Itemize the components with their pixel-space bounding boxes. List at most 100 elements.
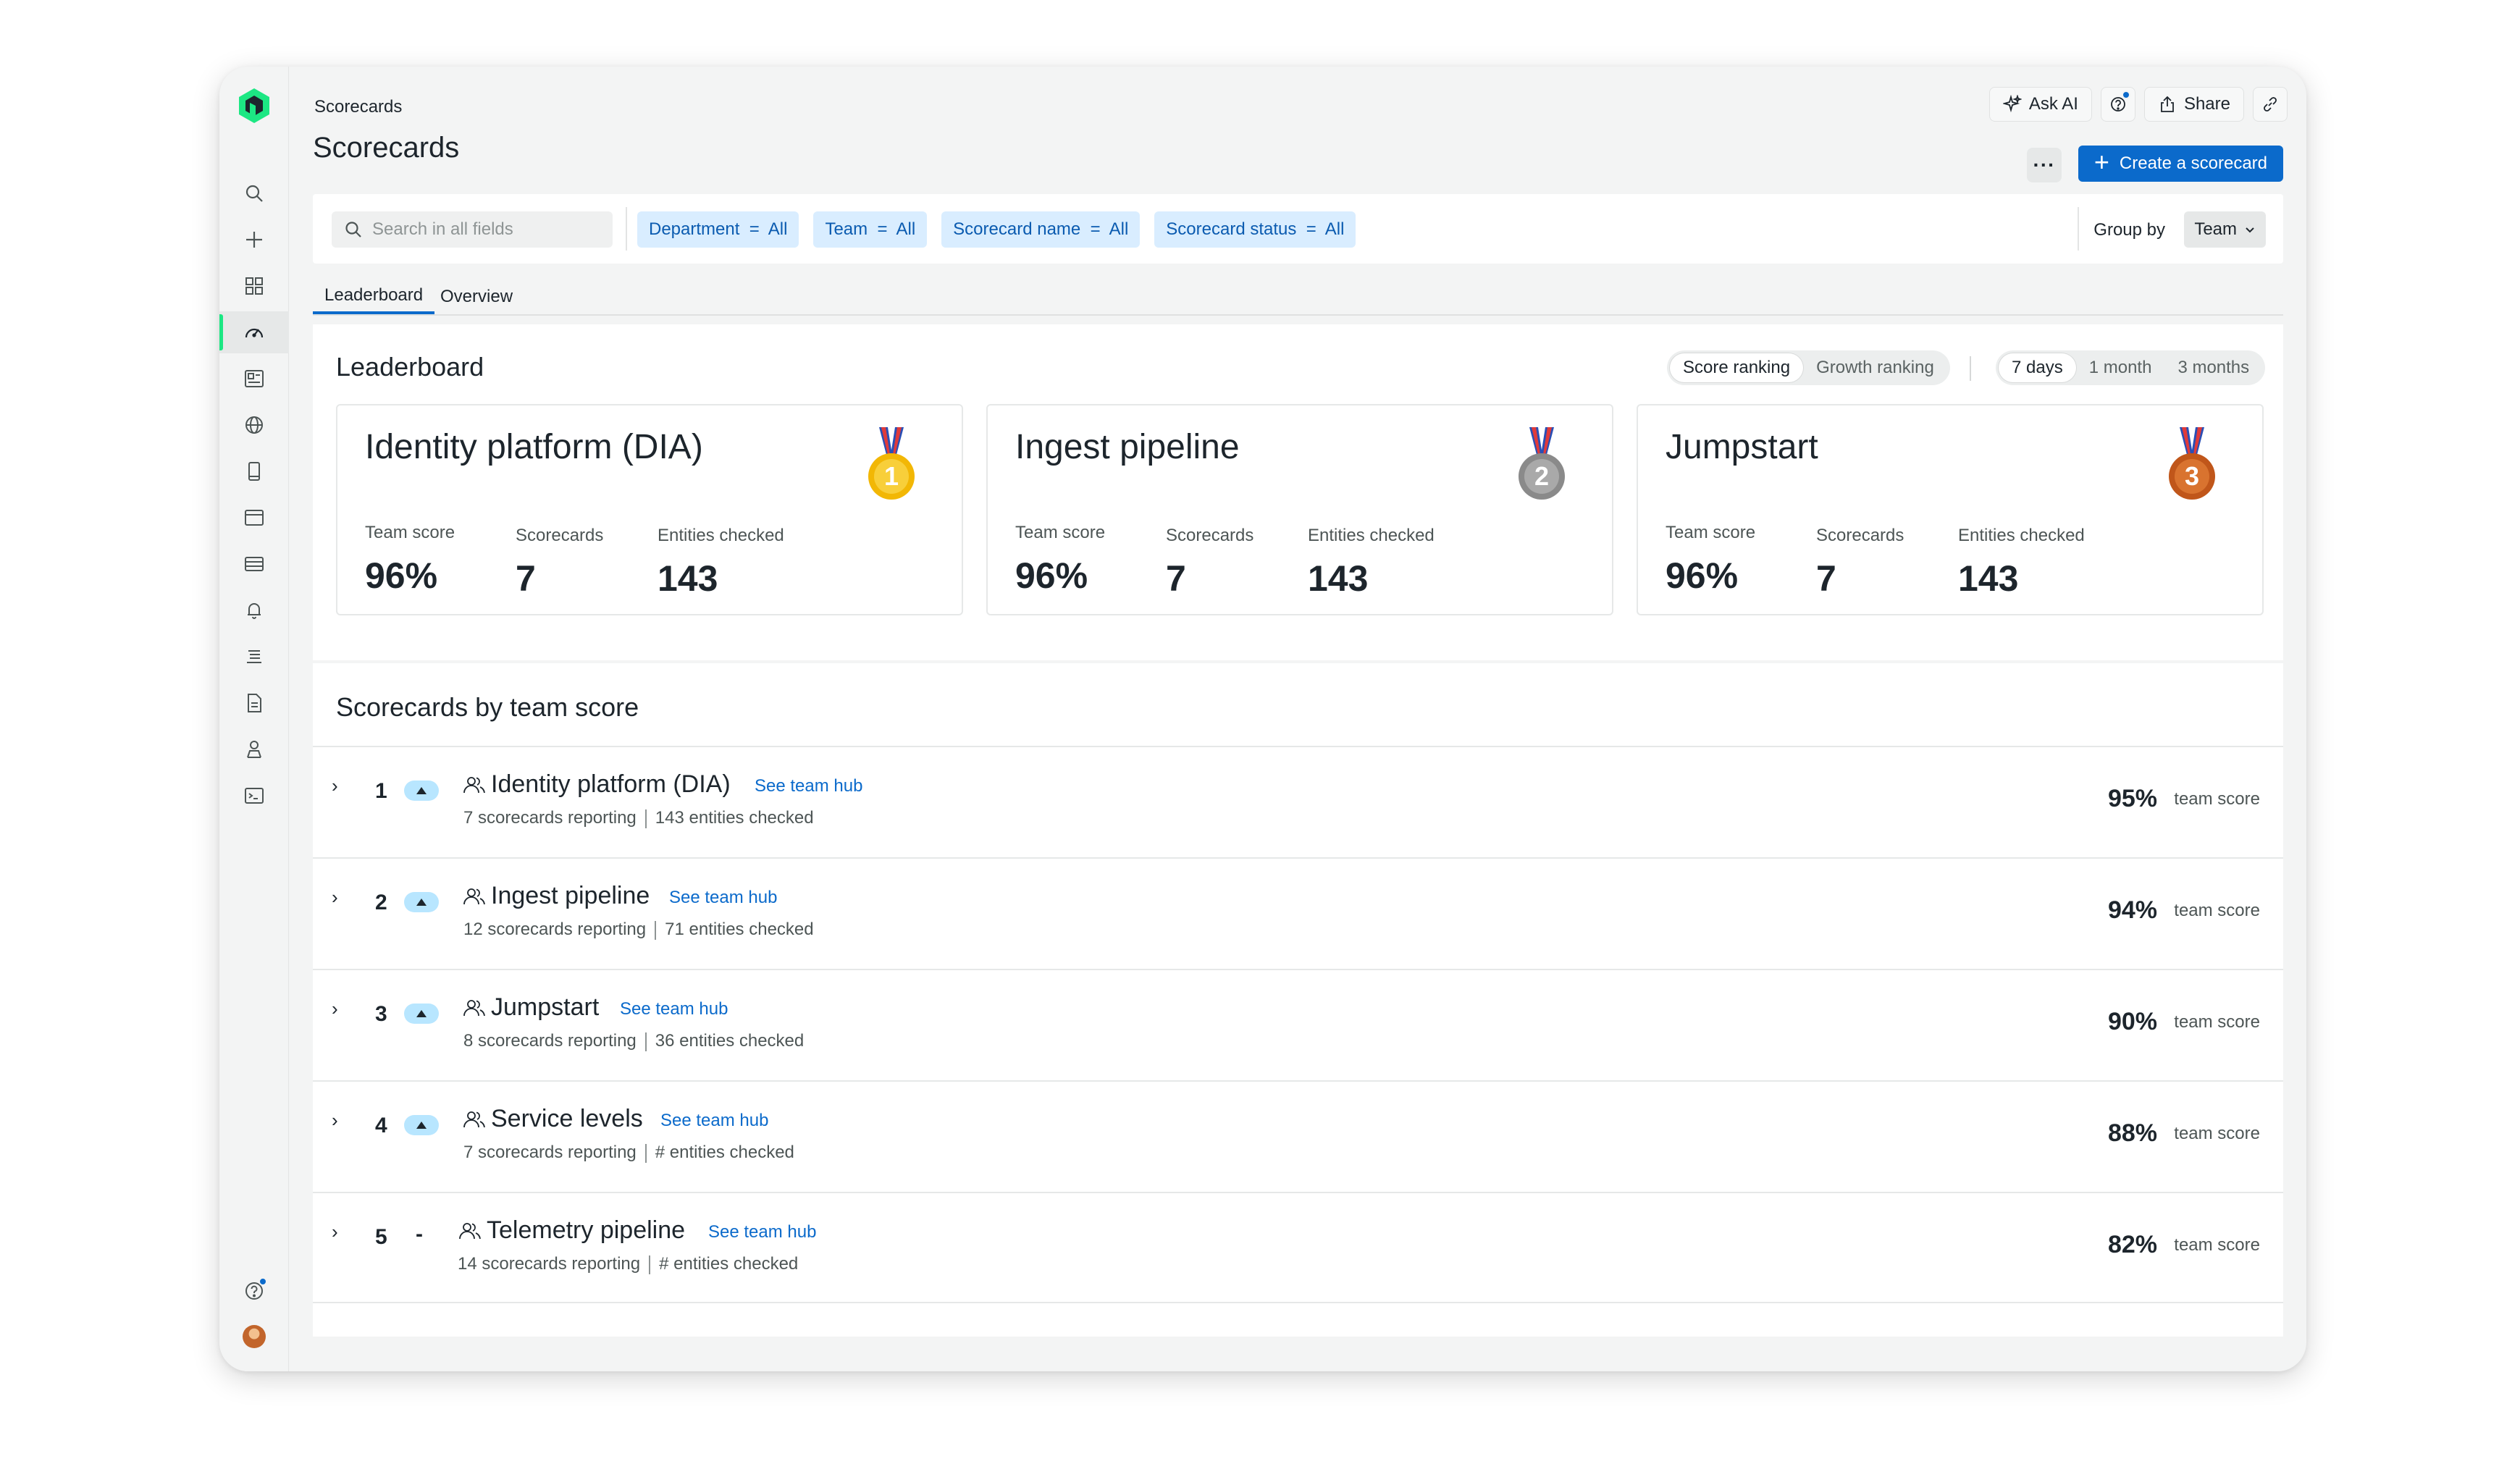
separator — [644, 1032, 647, 1051]
add-icon[interactable] — [219, 219, 289, 261]
team-score-value: 82% — [2107, 1231, 2157, 1258]
period-1-month[interactable]: 1 month — [2076, 353, 2165, 382]
growth-ranking-option[interactable]: Growth ranking — [1803, 353, 1947, 382]
team-score-label: Team score — [365, 523, 455, 542]
group-by-select[interactable]: Team — [2184, 211, 2266, 248]
row-details: 12 scorecards reporting 71 entities check… — [463, 920, 814, 940]
mobile-icon[interactable] — [219, 450, 289, 492]
apps-grid-icon[interactable] — [219, 265, 289, 307]
more-options-button[interactable]: ··· — [2027, 148, 2062, 182]
groupby-divider — [2078, 207, 2079, 251]
chevron-down-icon — [2246, 227, 2254, 233]
row-rank: 5 — [375, 1225, 387, 1249]
filter-chip-team[interactable]: Team = All — [813, 211, 928, 248]
terminal-icon[interactable] — [219, 775, 289, 817]
team-score-list-panel: Scorecards by team score › 1 Identity pl… — [313, 663, 2283, 1337]
leaderboard-card[interactable]: Identity platform (DIA) 1 Team score Sco… — [336, 404, 963, 615]
leaderboard-card[interactable]: Ingest pipeline 2 Team score Scorecards … — [986, 404, 1613, 615]
see-team-hub-link[interactable]: See team hub — [669, 888, 777, 908]
entities-count: 71 entities checked — [665, 920, 814, 939]
row-details: 7 scorecards reporting 143 entities check… — [463, 808, 814, 828]
team-score-value: 88% — [2107, 1119, 2157, 1147]
copy-link-button[interactable] — [2253, 87, 2288, 122]
scorecards-label: Scorecards — [516, 526, 604, 545]
expand-chevron-icon[interactable]: › — [332, 1109, 338, 1132]
share-button[interactable]: Share — [2143, 87, 2244, 122]
entities-value: 143 — [1308, 558, 1369, 599]
team-score-value: 90% — [2107, 1008, 2157, 1035]
expand-chevron-icon[interactable]: › — [332, 1221, 338, 1243]
expand-chevron-icon[interactable]: › — [332, 998, 338, 1020]
score-ranking-option[interactable]: Score ranking — [1670, 353, 1804, 382]
period-toggle: 7 days 1 month 3 months — [1996, 350, 2266, 385]
table-row[interactable]: › 5 - Telemetry pipeline See team hub 14… — [313, 1192, 2283, 1303]
expand-chevron-icon[interactable]: › — [332, 886, 338, 909]
leaderboard-title: Leaderboard — [336, 352, 484, 382]
globe-icon[interactable] — [219, 404, 289, 446]
dashboard-card-icon[interactable] — [219, 358, 289, 400]
document-icon[interactable] — [219, 682, 289, 724]
table-row[interactable]: › 3 Jumpstart See team hub 8 scorecards … — [313, 969, 2283, 1080]
period-7-days[interactable]: 7 days — [1999, 353, 2076, 382]
help-button[interactable] — [2100, 87, 2135, 122]
notification-dot — [259, 1277, 267, 1286]
see-team-hub-link[interactable]: See team hub — [755, 776, 862, 796]
alerts-bell-icon[interactable] — [219, 589, 289, 631]
team-score-label: team score — [2174, 789, 2260, 809]
search-field[interactable] — [332, 211, 613, 248]
create-scorecard-button[interactable]: + Create a scorecard — [2078, 146, 2283, 182]
logs-list-icon[interactable] — [219, 636, 289, 678]
filter-chips: Department = All Team = All Scorecard na… — [637, 211, 1356, 248]
search-icon[interactable] — [219, 172, 289, 214]
team-score-label: team score — [2174, 901, 2260, 920]
team-name: Telemetry pipeline — [487, 1216, 686, 1244]
ask-ai-button[interactable]: Ask AI — [1988, 87, 2092, 122]
table-row[interactable]: › 4 Service levels See team hub 7 scorec… — [313, 1080, 2283, 1192]
brand-logo-icon[interactable] — [237, 87, 272, 125]
filter-chip-department[interactable]: Department = All — [637, 211, 799, 248]
medal-rank: 1 — [884, 461, 899, 491]
entities-value: 143 — [1958, 558, 2019, 599]
entities-label: Entities checked — [1308, 526, 1435, 545]
filter-divider — [626, 207, 627, 251]
tab-leaderboard[interactable]: Leaderboard — [313, 279, 435, 314]
agent-person-icon[interactable] — [219, 728, 289, 770]
breadcrumb[interactable]: Scorecards — [314, 97, 402, 117]
table-row[interactable]: › 2 Ingest pipeline See team hub 12 scor… — [313, 857, 2283, 969]
leaderboard-card[interactable]: Jumpstart 3 Team score Scorecards Entiti… — [1637, 404, 2264, 615]
card-team-name: Jumpstart — [1666, 428, 1818, 466]
server-icon[interactable] — [219, 543, 289, 585]
top-actions: Ask AI Share — [1988, 87, 2288, 122]
group-by-label: Group by — [2093, 220, 2165, 240]
table-row[interactable]: › 1 Identity platform (DIA) See team hub… — [313, 746, 2283, 857]
user-avatar[interactable] — [243, 1325, 266, 1348]
leaderboard-panel: Leaderboard Score ranking Growth ranking… — [313, 324, 2283, 660]
see-team-hub-link[interactable]: See team hub — [620, 999, 728, 1019]
plus-icon: + — [2093, 147, 2109, 177]
browser-icon[interactable] — [219, 497, 289, 539]
period-3-months[interactable]: 3 months — [2164, 353, 2262, 382]
team-score-value: 94% — [2107, 896, 2157, 924]
team-score-label: Team score — [1015, 523, 1106, 542]
row-rank: 2 — [375, 891, 387, 914]
search-input[interactable] — [372, 219, 604, 240]
team-name: Ingest pipeline — [491, 882, 650, 909]
see-team-hub-link[interactable]: See team hub — [660, 1111, 768, 1131]
expand-chevron-icon[interactable]: › — [332, 775, 338, 797]
scorecards-value: 7 — [1166, 558, 1186, 599]
share-icon — [2161, 96, 2174, 112]
trend-up-icon — [404, 1004, 439, 1024]
see-team-hub-link[interactable]: See team hub — [708, 1222, 816, 1242]
filter-chip-scorecard-status[interactable]: Scorecard status = All — [1154, 211, 1356, 248]
filter-chip-scorecard-name[interactable]: Scorecard name = All — [941, 211, 1141, 248]
team-icon — [463, 777, 485, 794]
separator — [649, 1255, 651, 1274]
tab-overview[interactable]: Overview — [429, 279, 524, 314]
group-by-value: Team — [2194, 219, 2237, 239]
search-icon — [345, 222, 361, 237]
scorecards-gauge-icon[interactable] — [219, 311, 289, 353]
scorecards-label: Scorecards — [1816, 526, 1904, 545]
entities-value: 143 — [658, 558, 718, 599]
entities-count: 143 entities checked — [655, 808, 814, 828]
help-icon[interactable] — [219, 1270, 289, 1312]
